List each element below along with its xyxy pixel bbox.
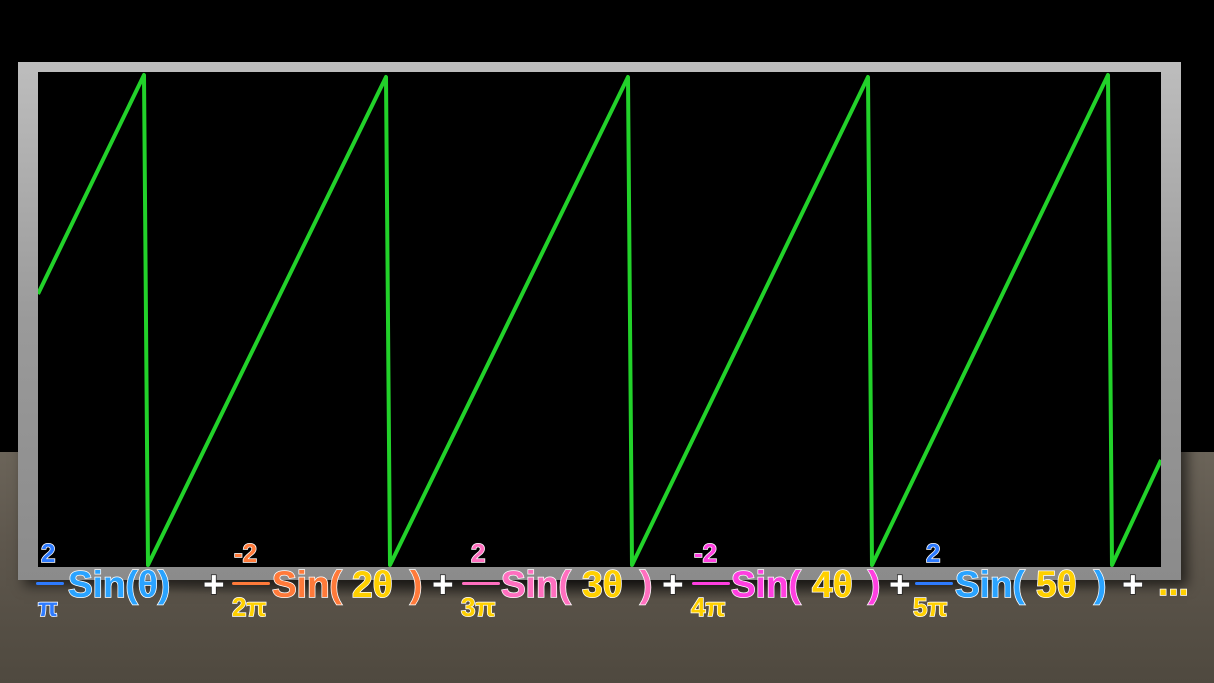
term5-numerator: 2 xyxy=(925,537,941,569)
display-screen xyxy=(38,72,1161,567)
term2-denominator: 2π xyxy=(231,591,267,623)
plus-sign-5: + xyxy=(1121,563,1144,606)
term4-function-arg: 4θ xyxy=(811,563,853,606)
sawtooth-wave xyxy=(38,73,1161,567)
term3-function-suffix: ) xyxy=(639,563,653,606)
term5-function-arg: 5θ xyxy=(1035,563,1077,606)
plus-sign-2: + xyxy=(431,563,454,606)
term2-numerator: -2 xyxy=(233,537,258,569)
term3-fraction-bar xyxy=(462,582,500,585)
term2-function-prefix: Sin( xyxy=(271,563,342,606)
plus-sign-3: + xyxy=(661,563,684,606)
term4-denominator: 4π xyxy=(690,591,726,623)
plus-sign-4: + xyxy=(888,563,911,606)
term3-function-arg: 3θ xyxy=(581,563,623,606)
term2-function-suffix: ) xyxy=(409,563,423,606)
term4-fraction-bar xyxy=(692,582,730,585)
term1-denominator: π xyxy=(37,591,58,623)
term1-numerator: 2 xyxy=(40,537,56,569)
ellipsis: ... xyxy=(1157,561,1189,604)
term4-numerator: -2 xyxy=(693,537,718,569)
term3-denominator: 3π xyxy=(460,591,496,623)
term1-function: Sin(θ) xyxy=(67,563,171,606)
term5-function-suffix: ) xyxy=(1093,563,1107,606)
term5-denominator: 5π xyxy=(912,591,948,623)
term4-function-prefix: Sin( xyxy=(730,563,801,606)
plus-sign-1: + xyxy=(202,563,225,606)
term1-fraction-bar xyxy=(36,582,64,585)
fourier-formula: 2 π Sin(θ) + -2 2π Sin( 2θ ) + 2 3π Sin(… xyxy=(0,537,1214,632)
term2-fraction-bar xyxy=(232,582,270,585)
term3-numerator: 2 xyxy=(470,537,486,569)
term2-function-arg: 2θ xyxy=(351,563,393,606)
term5-fraction-bar xyxy=(915,582,953,585)
term3-function-prefix: Sin( xyxy=(500,563,571,606)
term5-function-prefix: Sin( xyxy=(954,563,1025,606)
sawtooth-line xyxy=(38,73,1161,567)
term4-function-suffix: ) xyxy=(867,563,881,606)
